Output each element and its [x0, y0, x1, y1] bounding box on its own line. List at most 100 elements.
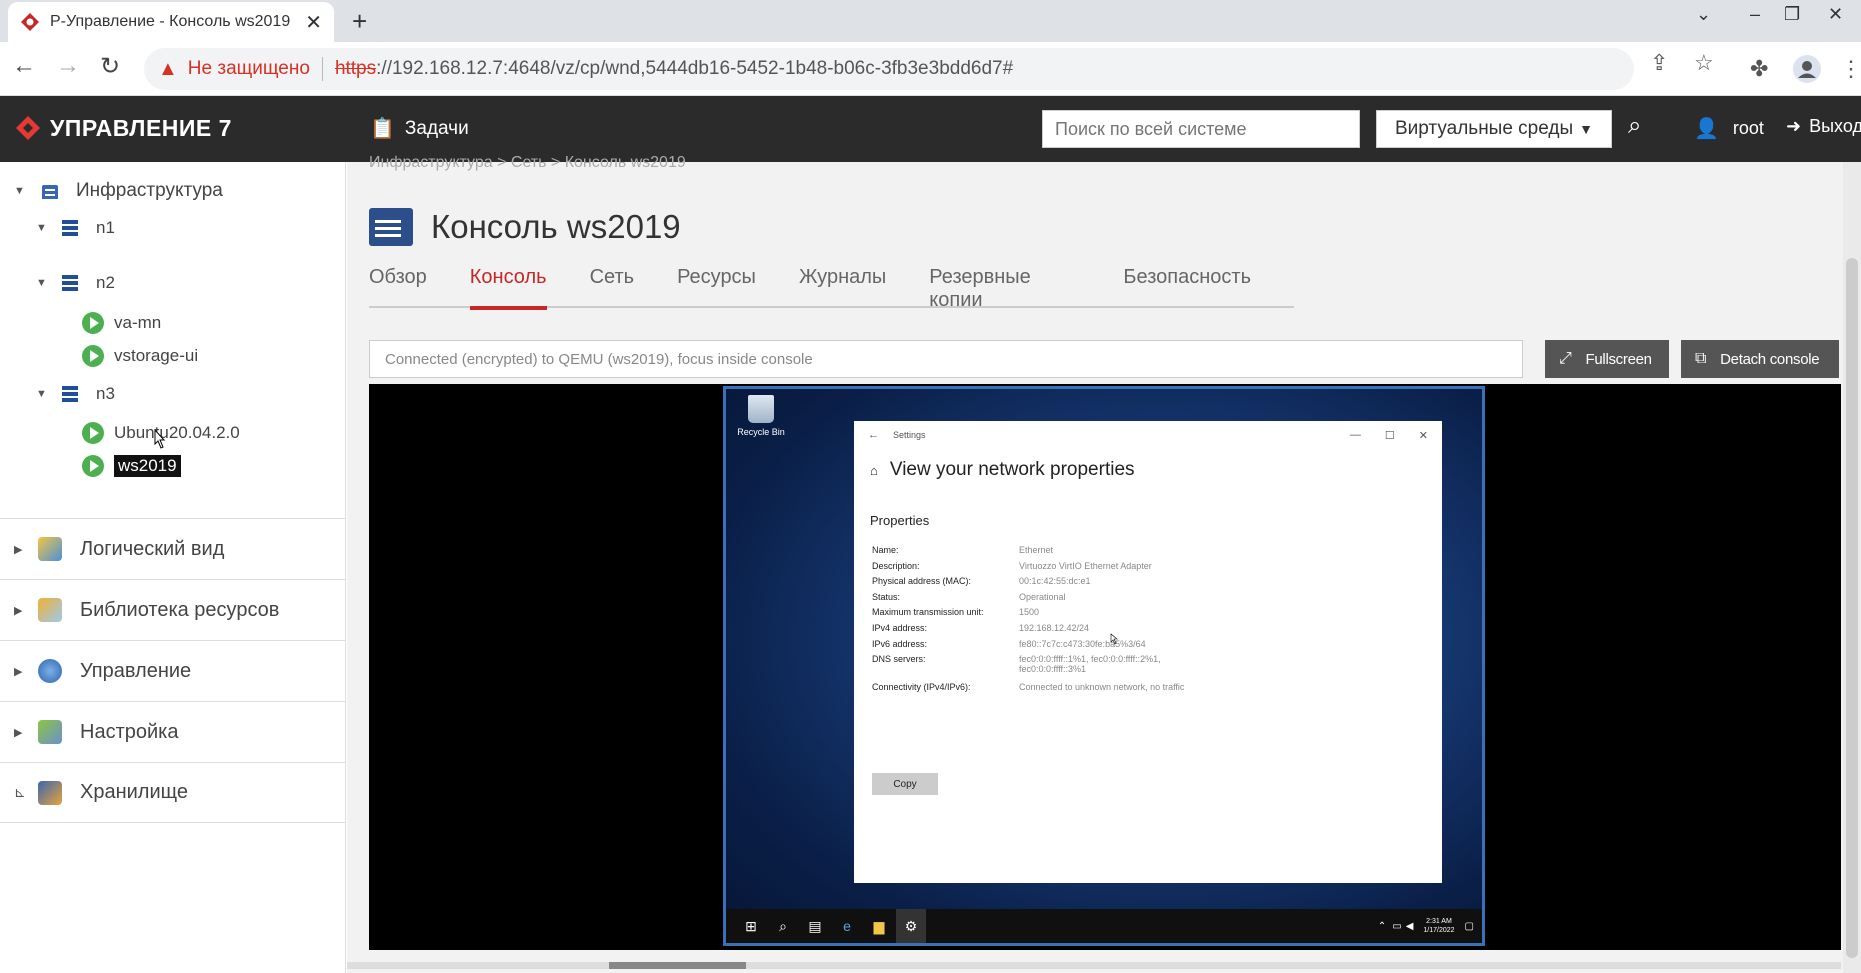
clock-date: 1/17/2022: [1423, 927, 1455, 934]
tab-console[interactable]: Консоль: [469, 266, 547, 310]
app-logo[interactable]: УПРАВЛЕНИЕ 7: [14, 114, 232, 142]
close-icon[interactable]: ✕: [1419, 429, 1428, 442]
profile-avatar-icon[interactable]: [1792, 54, 1822, 84]
logout-label: Выход: [1809, 116, 1861, 136]
tree-vm-ws2019[interactable]: ws2019: [82, 455, 181, 477]
expand-arrow-icon[interactable]: ▼: [36, 388, 47, 400]
windows-start-icon[interactable]: ⊞: [736, 918, 766, 935]
window-close-icon[interactable]: ✕: [1828, 4, 1843, 25]
storage-chart-icon[interactable]: ⊾: [14, 784, 26, 801]
search-icon[interactable]: ⌕: [1628, 112, 1641, 140]
environment-select[interactable]: Виртуальные среды ▼: [1376, 110, 1612, 148]
tree-root-infrastructure[interactable]: ▼ Инфраструктура: [14, 180, 223, 202]
global-search-input[interactable]: [1042, 110, 1360, 148]
property-value: Virtuozzo VirtIO Ethernet Adapter: [1019, 561, 1152, 571]
vertical-scrollbar-thumb[interactable]: [1846, 258, 1858, 958]
user-icon: 👤: [1694, 118, 1719, 140]
tree-node-n2[interactable]: ▼ n2: [36, 273, 115, 293]
resource-library-icon: [38, 598, 62, 622]
file-explorer-icon[interactable]: ▆: [864, 918, 894, 935]
user-menu[interactable]: 👤 root: [1694, 116, 1764, 141]
property-row: Maximum transmission unit: 1500: [872, 607, 1202, 617]
tasks-button[interactable]: 📋 Задачи: [370, 116, 469, 141]
property-key: Physical address (MAC):: [872, 576, 972, 586]
maximize-icon[interactable]: ☐: [1385, 429, 1395, 442]
new-tab-icon[interactable]: +: [352, 6, 367, 37]
vm-console-canvas[interactable]: Recycle Bin ← Settings — ☐ ✕ ⌂ View your…: [369, 384, 1841, 950]
minimize-icon[interactable]: –: [1750, 4, 1760, 25]
edge-browser-icon[interactable]: e: [832, 918, 862, 934]
horizontal-scrollbar-track[interactable]: [347, 962, 1841, 969]
address-bar[interactable]: ▲ Не защищено https://192.168.12.7:4648/…: [144, 48, 1634, 90]
expand-arrow-icon[interactable]: ▼: [36, 222, 47, 234]
server-icon: [62, 275, 78, 291]
expand-arrow-icon[interactable]: ▶: [14, 726, 24, 739]
minimize-icon[interactable]: —: [1350, 429, 1361, 441]
clock[interactable]: 2:31 AM 1/17/2022: [1423, 917, 1454, 935]
reload-icon[interactable]: ↻: [100, 52, 120, 81]
notifications-icon[interactable]: ▢: [1465, 921, 1474, 932]
horizontal-scrollbar-thumb[interactable]: [609, 962, 746, 969]
settings-gear-icon[interactable]: ⚙: [896, 909, 926, 943]
extensions-icon[interactable]: ✤: [1750, 56, 1768, 82]
tree-label: n1: [96, 218, 115, 237]
property-value: Ethernet: [1019, 545, 1054, 555]
vm-running-icon: [82, 312, 104, 334]
not-secure-label[interactable]: Не защищено: [188, 58, 310, 80]
tab-overview[interactable]: Обзор: [369, 266, 427, 306]
expand-arrow-icon[interactable]: ▶: [14, 604, 24, 617]
detach-label: Detach console: [1720, 350, 1820, 368]
tab-backups[interactable]: Резервные копии: [929, 266, 1080, 311]
property-row: Status: Operational: [872, 592, 1202, 602]
detach-console-button[interactable]: ⧉ Detach console: [1681, 340, 1839, 378]
guest-settings-window: ← Settings — ☐ ✕ ⌂ View your network pro…: [854, 421, 1442, 883]
task-view-icon[interactable]: ▤: [800, 918, 830, 935]
section-settings[interactable]: ▶ Настройка: [0, 701, 346, 762]
console-window-icon: [369, 208, 413, 246]
expand-arrow-icon[interactable]: ▼: [14, 185, 25, 197]
search-icon[interactable]: ⌕: [768, 918, 798, 935]
bookmark-star-icon[interactable]: ☆: [1694, 50, 1714, 76]
property-key: DNS servers:: [872, 654, 926, 664]
close-tab-icon[interactable]: ✕: [305, 10, 322, 35]
section-label: Настройка: [80, 720, 179, 743]
forward-icon[interactable]: →: [56, 52, 80, 80]
browser-tab[interactable]: Р-Управление - Консоль ws2019 ✕: [8, 2, 334, 42]
tab-network[interactable]: Сеть: [590, 266, 634, 306]
guest-desktop[interactable]: Recycle Bin ← Settings — ☐ ✕ ⌂ View your…: [723, 386, 1485, 946]
tab-search-chevron-icon[interactable]: ⌄: [1696, 4, 1711, 25]
fullscreen-button[interactable]: ⤢ Fullscreen: [1545, 340, 1669, 378]
back-arrow-icon[interactable]: ←: [868, 429, 879, 441]
section-management[interactable]: ▶ Управление: [0, 640, 346, 701]
tab-resources[interactable]: Ресурсы: [677, 266, 756, 306]
section-resource-library[interactable]: ▶ Библиотека ресурсов: [0, 579, 346, 640]
settings-heading-text: View your network properties: [889, 459, 1135, 480]
section-logical-view[interactable]: ▶ Логический вид: [0, 518, 346, 579]
expand-arrow-icon[interactable]: ▶: [14, 665, 24, 678]
vertical-scrollbar[interactable]: [1843, 162, 1861, 973]
copy-button[interactable]: Copy: [872, 773, 938, 795]
share-icon[interactable]: ⇪: [1650, 50, 1668, 76]
restore-icon[interactable]: ❐: [1784, 4, 1800, 25]
browser-menu-icon[interactable]: ⋮: [1840, 56, 1861, 82]
tree-node-n1[interactable]: ▼ n1: [36, 218, 115, 238]
expand-arrow-icon[interactable]: ▼: [36, 277, 47, 289]
recycle-bin-shortcut[interactable]: Recycle Bin: [736, 395, 786, 437]
tray-chevron-icon[interactable]: ⌃: [1378, 921, 1386, 932]
logout-button[interactable]: ➜ Выход: [1786, 116, 1861, 137]
expand-arrow-icon[interactable]: ▶: [14, 543, 24, 556]
breadcrumb[interactable]: Инфраструктура > Сеть > Консоль ws2019: [369, 154, 686, 172]
guest-taskbar: ⊞ ⌕ ▤ e ▆ ⚙ ⌃ ▭ ◀ 2:31 AM 1/17/2022 ▢: [726, 909, 1482, 943]
tree-vm-vstorage-ui[interactable]: vstorage-ui: [82, 345, 198, 367]
tab-logs[interactable]: Журналы: [799, 266, 886, 306]
tab-security[interactable]: Безопасность: [1123, 266, 1251, 306]
home-icon[interactable]: ⌂: [870, 463, 878, 478]
tree-label: vstorage-ui: [114, 346, 199, 365]
warning-icon[interactable]: ▲: [158, 58, 178, 81]
volume-icon[interactable]: ◀: [1406, 921, 1414, 932]
tree-node-n3[interactable]: ▼ n3: [36, 384, 115, 404]
network-icon[interactable]: ▭: [1392, 921, 1401, 932]
back-icon[interactable]: ←: [12, 52, 36, 80]
section-storage[interactable]: ⊾ Хранилище: [0, 762, 346, 823]
tree-vm-va-mn[interactable]: va-mn: [82, 312, 161, 334]
